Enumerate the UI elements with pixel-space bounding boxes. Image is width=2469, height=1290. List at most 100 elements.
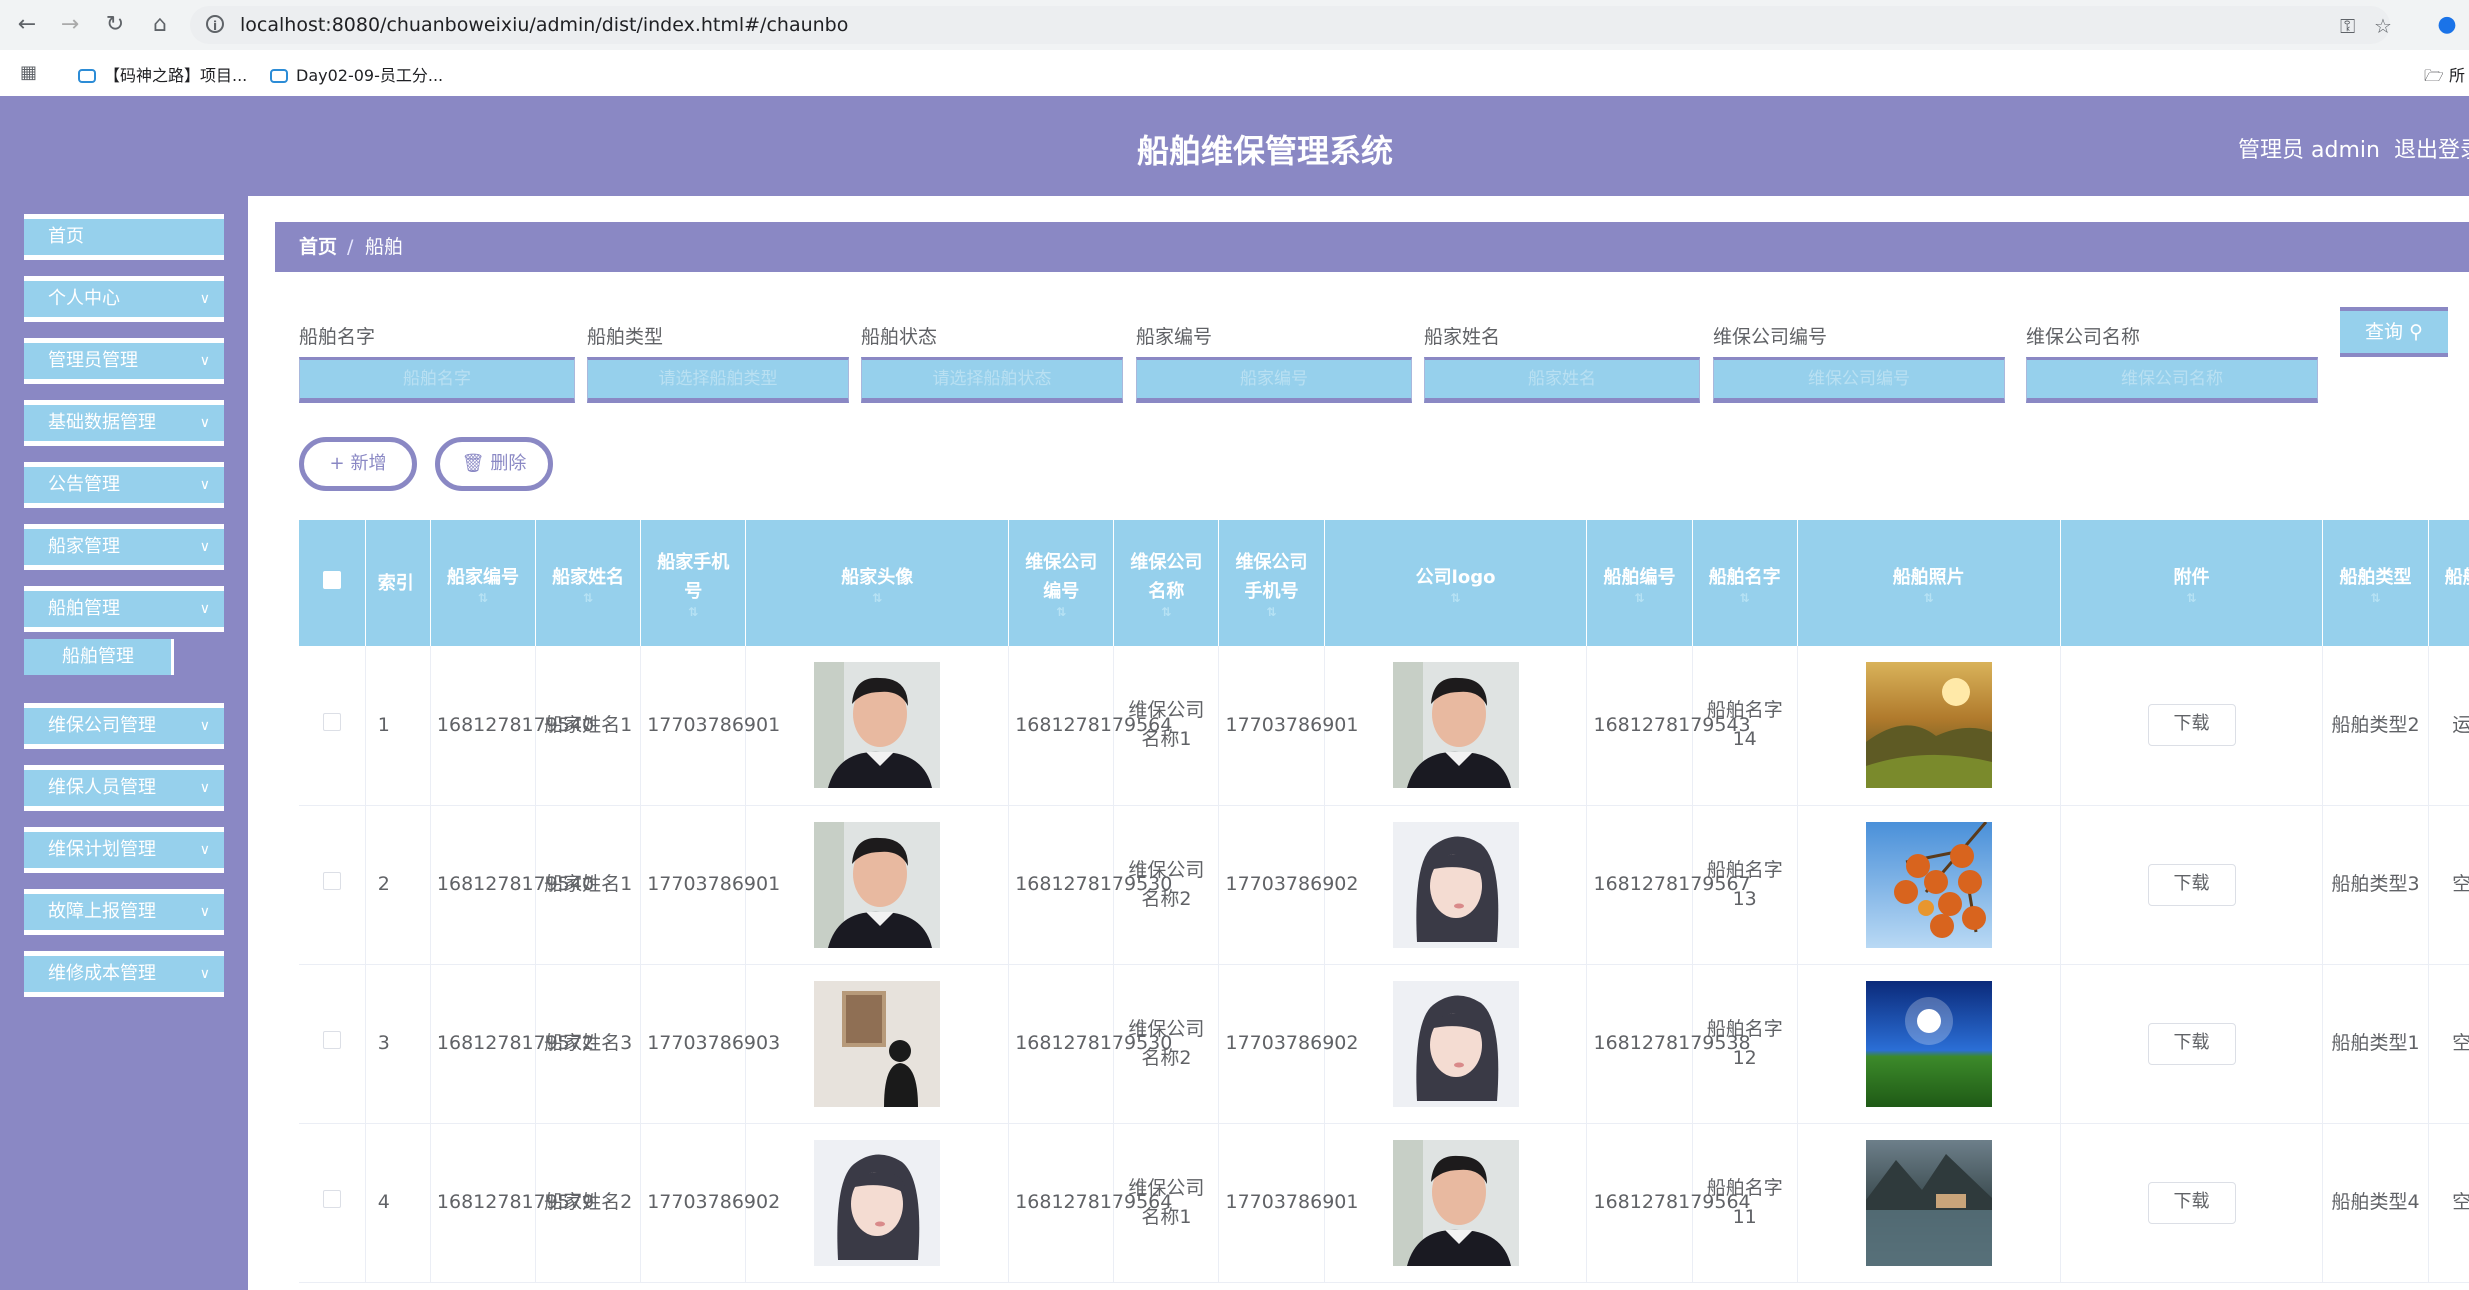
column-header[interactable]: 船家手机号 ⇅: [640, 520, 747, 646]
bookmark-item[interactable]: Day02-09-员工分...: [270, 62, 443, 86]
sidebar-item[interactable]: 船家管理 ∨: [24, 524, 224, 570]
row-checkbox[interactable]: [322, 1190, 341, 1208]
download-button[interactable]: 下载: [2147, 1022, 2236, 1065]
column-header[interactable]: 船舶编号 ⇅: [1586, 520, 1693, 646]
search-label-ship-name: 船舶名字: [299, 326, 376, 348]
add-button[interactable]: + 新增: [299, 437, 417, 491]
column-header[interactable]: 船舶状态 ⇅: [2428, 520, 2469, 646]
row-checkbox[interactable]: [322, 712, 341, 731]
sidebar-item[interactable]: 维保人员管理 ∨: [24, 765, 224, 811]
sidebar-item[interactable]: 船舶管理 ∨: [24, 586, 224, 632]
sidebar-item[interactable]: 基础数据管理 ∨: [24, 400, 224, 446]
apps-grid-icon[interactable]: ▦: [20, 62, 37, 83]
key-icon[interactable]: ⚿: [2340, 14, 2355, 38]
sidebar-item[interactable]: 管理员管理 ∨: [24, 338, 224, 384]
sort-icon[interactable]: ⇅: [1333, 592, 1579, 604]
company-logo-image[interactable]: [1392, 1139, 1519, 1266]
column-header[interactable]: 船家编号 ⇅: [430, 520, 537, 646]
star-icon[interactable]: ☆: [2374, 14, 2392, 38]
avatar[interactable]: [814, 662, 941, 789]
ship-photo-image[interactable]: [1865, 980, 1992, 1107]
column-header[interactable]: 船舶类型 ⇅: [2322, 520, 2429, 646]
sidebar-item[interactable]: 维保公司管理 ∨: [24, 703, 224, 749]
ship-photo-image[interactable]: [1865, 662, 1992, 789]
column-header[interactable]: 公司logo ⇅: [1324, 520, 1588, 646]
avatar[interactable]: [814, 980, 941, 1107]
company-logo-image[interactable]: [1392, 980, 1519, 1107]
row-checkbox[interactable]: [322, 872, 341, 890]
sidebar-item-label: 维保公司管理: [48, 715, 156, 736]
sort-icon[interactable]: ⇅: [2437, 592, 2469, 604]
sort-icon[interactable]: ⇅: [1595, 592, 1683, 604]
column-header[interactable]: 船舶名字 ⇅: [1692, 520, 1798, 646]
column-header-label: 船家手机号: [657, 552, 730, 602]
bookmark-item[interactable]: 【码神之路】项目...: [78, 62, 247, 86]
profile-icon[interactable]: ●: [2432, 10, 2462, 40]
ship-status-select[interactable]: [861, 357, 1123, 403]
sidebar-item[interactable]: 公告管理 ∨: [24, 462, 224, 508]
sidebar-subitem-active[interactable]: 船舶管理: [24, 639, 174, 675]
column-header[interactable]: 船家头像 ⇅: [745, 520, 1010, 646]
column-header[interactable]: 维保公司名称 ⇅: [1113, 520, 1220, 646]
sort-icon[interactable]: ⇅: [1227, 606, 1315, 618]
ship-type-select[interactable]: [587, 357, 849, 403]
column-header[interactable]: 船家姓名 ⇅: [535, 520, 642, 646]
sort-icon[interactable]: ⇅: [2331, 592, 2419, 604]
home-icon[interactable]: ⌂: [145, 10, 175, 40]
attachment-cell: 下载: [2060, 805, 2324, 965]
column-header[interactable]: 船舶照片 ⇅: [1797, 520, 2061, 646]
sort-icon[interactable]: ⇅: [1017, 606, 1105, 618]
sidebar-item[interactable]: 维保计划管理 ∨: [24, 827, 224, 873]
owner-no-input[interactable]: [1136, 357, 1412, 403]
sort-icon[interactable]: ⇅: [1806, 592, 2052, 604]
avatar[interactable]: [814, 821, 941, 948]
cell-text: 空闲中: [2452, 873, 2469, 895]
column-header[interactable]: 维保公司手机号 ⇅: [1218, 520, 1325, 646]
sidebar-item[interactable]: 维修成本管理 ∨: [24, 951, 224, 997]
row-checkbox[interactable]: [322, 1031, 341, 1049]
download-button[interactable]: 下载: [2147, 863, 2236, 906]
download-button[interactable]: 下载: [2147, 704, 2236, 747]
search-label-company-no: 维保公司编号: [1713, 326, 1828, 348]
search-label-ship-type: 船舶类型: [587, 326, 664, 348]
column-header[interactable]: 附件 ⇅: [2060, 520, 2324, 646]
company-logo-image[interactable]: [1392, 662, 1519, 789]
cell-company-phone: 17703786901: [1218, 646, 1358, 806]
delete-button[interactable]: 🗑 删除: [435, 437, 553, 491]
site-info-icon[interactable]: i: [206, 15, 224, 33]
sort-icon[interactable]: ⇅: [439, 592, 527, 604]
cell-text: 船舶名字14: [1706, 699, 1783, 751]
forward-icon[interactable]: →: [55, 10, 85, 40]
bookmarks-folder[interactable]: 🗁 所: [2424, 62, 2465, 92]
cell-text: 17703786902: [1225, 1032, 1359, 1054]
sort-icon[interactable]: ⇅: [2069, 592, 2315, 604]
sort-icon[interactable]: ⇅: [754, 592, 1000, 604]
bilibili-icon: [270, 69, 288, 83]
ship-name-input[interactable]: [299, 357, 575, 403]
sidebar-item[interactable]: 首页: [24, 214, 224, 260]
sort-icon[interactable]: ⇅: [649, 606, 737, 618]
avatar[interactable]: [814, 1139, 941, 1266]
select-all-checkbox[interactable]: [322, 570, 341, 589]
company-logo-image[interactable]: [1392, 821, 1519, 948]
download-button[interactable]: 下载: [2147, 1181, 2236, 1224]
company-name-input[interactable]: [2026, 357, 2318, 403]
back-icon[interactable]: ←: [12, 10, 42, 40]
ship-photo-image[interactable]: [1865, 821, 1992, 948]
sidebar-item[interactable]: 个人中心 ∨: [24, 276, 224, 322]
breadcrumb-home[interactable]: 首页: [299, 222, 337, 272]
owner-name-input[interactable]: [1424, 357, 1700, 403]
ship-photo-image[interactable]: [1865, 1139, 1992, 1266]
address-bar[interactable]: i localhost:8080/chuanboweixiu/admin/dis…: [190, 6, 2392, 44]
sort-icon[interactable]: ⇅: [544, 592, 632, 604]
company-no-input[interactable]: [1713, 357, 2005, 403]
cell-owner-name: 船家姓名1: [535, 805, 642, 965]
sort-icon[interactable]: ⇅: [1122, 606, 1210, 618]
sidebar-item[interactable]: 故障上报管理 ∨: [24, 889, 224, 935]
logout-link[interactable]: 退出登录: [2394, 132, 2469, 164]
cell-text: 4: [377, 1191, 390, 1213]
column-header[interactable]: 维保公司编号 ⇅: [1008, 520, 1115, 646]
sort-icon[interactable]: ⇅: [1701, 592, 1789, 604]
reload-icon[interactable]: ↻: [100, 10, 130, 40]
query-button[interactable]: 查询 ⚲: [2340, 307, 2448, 357]
